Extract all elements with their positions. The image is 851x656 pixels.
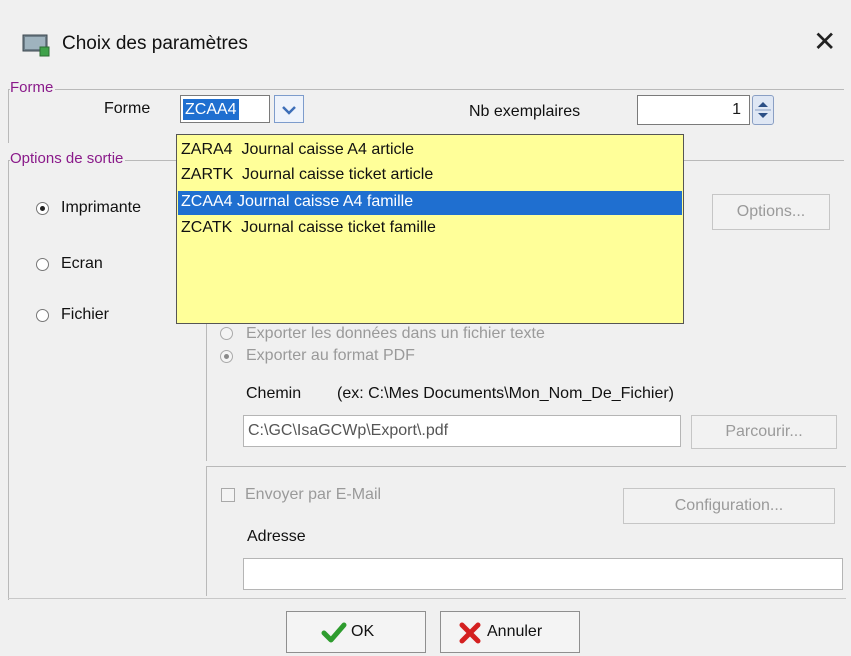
footer-divider — [8, 598, 846, 599]
close-icon[interactable]: ✕ — [813, 28, 836, 56]
forme-combo-value: ZCAA4 — [183, 99, 239, 120]
radio-ecran-label[interactable]: Ecran — [61, 255, 103, 273]
parcourir-button[interactable]: Parcourir... — [691, 415, 837, 449]
forme-group-border — [8, 89, 844, 90]
configuration-button[interactable]: Configuration... — [623, 488, 835, 524]
chemin-hint: (ex: C:\Mes Documents\Mon_Nom_De_Fichier… — [337, 385, 674, 402]
adresse-label: Adresse — [247, 528, 306, 545]
email-panel-left-border — [206, 466, 207, 596]
email-panel-border — [206, 466, 846, 467]
forme-combo-field[interactable]: ZCAA4 — [180, 95, 270, 123]
radio-export-pdf[interactable] — [220, 350, 233, 363]
chevron-down-icon — [282, 106, 296, 115]
radio-imprimante-label[interactable]: Imprimante — [61, 199, 141, 217]
dropdown-item-zcaa4-selected[interactable]: ZCAA4 Journal caisse A4 famille — [178, 191, 682, 215]
radio-imprimante[interactable] — [36, 202, 49, 215]
email-checkbox-label[interactable]: Envoyer par E-Mail — [245, 486, 381, 504]
options-group-legend: Options de sortie — [10, 150, 126, 167]
annuler-button-label: Annuler — [487, 623, 543, 640]
email-checkbox[interactable] — [221, 488, 235, 502]
options-group-left-border — [8, 160, 9, 600]
forme-dropdown-list[interactable]: ZARA4 Journal caisse A4 article ZARTK Jo… — [176, 134, 684, 324]
dropdown-item-zcatk[interactable]: ZCATK Journal caisse ticket famille — [181, 219, 436, 237]
radio-fichier[interactable] — [36, 309, 49, 322]
forme-label: Forme — [104, 100, 151, 117]
ok-button-label: OK — [351, 623, 375, 640]
forme-group-legend: Forme — [10, 79, 56, 96]
chemin-input[interactable]: C:\GC\IsaGCWp\Export\.pdf — [243, 415, 681, 447]
nb-exemplaires-spinner[interactable] — [752, 95, 774, 125]
forme-combo-button[interactable] — [274, 95, 304, 123]
dropdown-item-zara4[interactable]: ZARA4 Journal caisse A4 article — [181, 141, 414, 159]
radio-ecran[interactable] — [36, 258, 49, 271]
adresse-input[interactable] — [243, 558, 843, 590]
annuler-button[interactable]: Annuler — [440, 611, 580, 653]
spinner-arrows-icon — [755, 102, 771, 118]
nb-exemplaires-input[interactable]: 1 — [637, 95, 750, 125]
chemin-label: Chemin — [246, 385, 302, 402]
dropdown-item-zartk[interactable]: ZARTK Journal caisse ticket article — [181, 166, 433, 184]
close-icon — [459, 622, 481, 644]
forme-group-left-border — [8, 89, 9, 143]
app-window-icon — [22, 34, 50, 57]
radio-export-text[interactable] — [220, 327, 233, 340]
export-pdf-label[interactable]: Exporter au format PDF — [246, 347, 415, 365]
options-button[interactable]: Options... — [712, 194, 830, 230]
window-title: Choix des paramètres — [62, 33, 248, 54]
dropdown-item-zcaa4-label: ZCAA4 Journal caisse A4 famille — [181, 193, 414, 210]
check-icon — [321, 622, 347, 643]
radio-fichier-label[interactable]: Fichier — [61, 306, 109, 324]
export-text-label[interactable]: Exporter les données dans un fichier tex… — [246, 325, 545, 343]
nb-exemplaires-label: Nb exemplaires — [469, 103, 581, 120]
ok-button[interactable]: OK — [286, 611, 426, 653]
